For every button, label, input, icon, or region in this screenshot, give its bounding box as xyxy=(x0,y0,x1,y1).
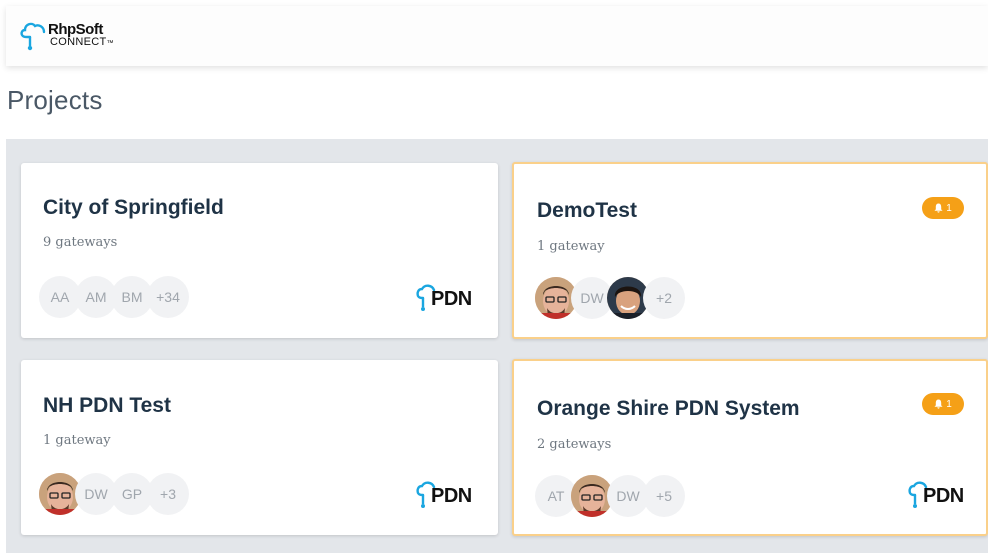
top-bar: RhpSoft CONNECT™ xyxy=(6,6,988,66)
pdn-logo-text: PDN xyxy=(431,288,472,310)
more-members-avatar[interactable]: +2 xyxy=(643,277,685,319)
more-members-avatar[interactable]: +34 xyxy=(147,276,189,318)
gateway-count: 2 gateways xyxy=(537,437,612,452)
gateway-count: 1 gateway xyxy=(43,433,111,448)
project-card-city-of-springfield[interactable]: City of Springfield 9 gateways AA AM BM … xyxy=(21,163,498,338)
bell-icon xyxy=(934,399,943,409)
page-title: Projects xyxy=(7,85,103,115)
pdn-logo-text: PDN xyxy=(923,485,964,507)
pdn-logo-text: PDN xyxy=(431,485,472,507)
app-root: RhpSoft CONNECT™ Projects City of Spring… xyxy=(0,0,988,553)
projects-grid: City of Springfield 9 gateways AA AM BM … xyxy=(6,139,988,553)
notification-badge[interactable]: 1 xyxy=(922,393,964,415)
project-name: City of Springfield xyxy=(43,196,224,219)
member-avatars: DW +2 xyxy=(535,277,695,319)
more-members-avatar[interactable]: +5 xyxy=(643,475,685,517)
notification-count: 1 xyxy=(946,202,952,214)
member-avatars: DW GP +3 xyxy=(39,473,199,515)
pdn-logo: PDN xyxy=(416,478,478,512)
pdn-logo: PDN xyxy=(908,478,970,512)
project-card-demotest[interactable]: DemoTest 1 gateway 1 DW +2 xyxy=(512,162,988,339)
notification-badge[interactable]: 1 xyxy=(922,197,964,219)
logo-sub-text: CONNECT™ xyxy=(50,36,114,48)
gateway-count: 9 gateways xyxy=(43,235,118,250)
gateway-count: 1 gateway xyxy=(537,239,605,254)
pdn-logo: PDN xyxy=(416,281,478,315)
more-members-avatar[interactable]: +3 xyxy=(147,473,189,515)
rhpsoft-connect-logo[interactable]: RhpSoft CONNECT™ xyxy=(20,19,130,53)
project-name: DemoTest xyxy=(537,199,637,222)
cloud-logo-icon xyxy=(20,22,46,51)
member-avatars: AA AM BM +34 xyxy=(39,276,199,318)
notification-count: 1 xyxy=(946,398,952,410)
bell-icon xyxy=(934,203,943,213)
project-card-orange-shire-pdn-system[interactable]: Orange Shire PDN System 2 gateways 1 AT … xyxy=(512,359,988,536)
member-avatars: AT DW +5 xyxy=(535,475,695,517)
project-name: Orange Shire PDN System xyxy=(537,397,800,420)
project-card-nh-pdn-test[interactable]: NH PDN Test 1 gateway DW GP +3 PDN xyxy=(21,360,498,535)
project-name: NH PDN Test xyxy=(43,394,171,417)
